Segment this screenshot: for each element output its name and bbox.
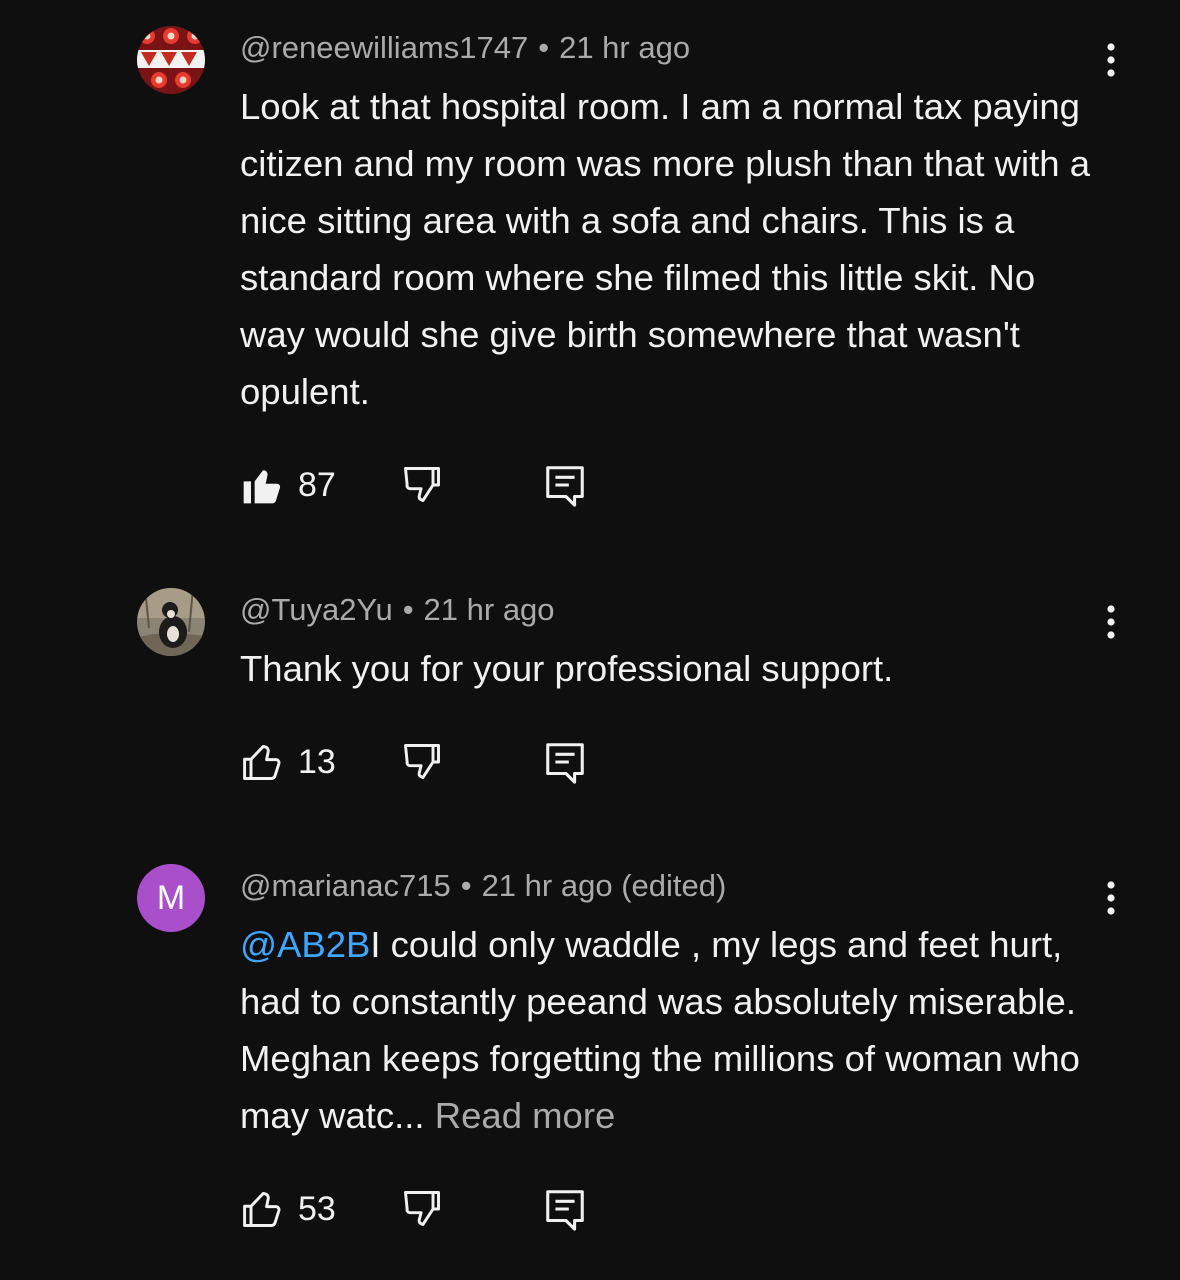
comment-meta: @reneewilliams1747 • 21 hr ago bbox=[240, 30, 690, 66]
comment-time: 21 hr ago bbox=[481, 868, 613, 903]
like-count: 53 bbox=[298, 1189, 336, 1228]
meta-separator: • bbox=[460, 868, 472, 903]
comment-more-button[interactable] bbox=[1094, 876, 1128, 920]
reply-icon bbox=[546, 1190, 584, 1231]
comment-text: @AB2BI could only waddle , my legs and f… bbox=[240, 916, 1100, 1144]
meta-separator: • bbox=[402, 592, 414, 627]
more-vertical-icon bbox=[1107, 43, 1115, 77]
mention-link[interactable]: @AB2B bbox=[240, 924, 370, 965]
comment-username[interactable]: @reneewilliams1747 bbox=[240, 30, 528, 65]
dog-photo-avatar-icon bbox=[137, 588, 205, 656]
more-vertical-icon bbox=[1107, 605, 1115, 639]
reply-button[interactable] bbox=[542, 1184, 588, 1234]
comment-text: Thank you for your professional support. bbox=[240, 648, 894, 689]
reply-button[interactable] bbox=[542, 737, 588, 787]
user-avatar[interactable] bbox=[137, 26, 205, 94]
patterned-avatar-icon bbox=[137, 26, 205, 94]
reply-icon bbox=[546, 466, 584, 507]
user-avatar[interactable]: M bbox=[137, 864, 205, 932]
thumbs-down-icon bbox=[404, 467, 440, 503]
thumbs-up-icon bbox=[243, 1191, 281, 1227]
user-avatar[interactable] bbox=[137, 588, 205, 656]
comment-more-button[interactable] bbox=[1094, 38, 1128, 82]
thumbs-up-filled-icon bbox=[243, 470, 281, 504]
comment-time: 21 hr ago bbox=[423, 592, 555, 627]
avatar-letter: M bbox=[156, 879, 186, 917]
thumbs-down-icon bbox=[404, 744, 440, 780]
comment-username[interactable]: @Tuya2Yu bbox=[240, 592, 393, 627]
dislike-button[interactable] bbox=[400, 737, 444, 787]
like-button[interactable]: 53 bbox=[240, 1184, 336, 1234]
comment-meta: @Tuya2Yu • 21 hr ago bbox=[240, 592, 555, 628]
edited-label: (edited) bbox=[621, 868, 727, 903]
comment-meta: @marianac715 • 21 hr ago (edited) bbox=[240, 868, 726, 904]
more-vertical-icon bbox=[1107, 881, 1115, 915]
comment-more-button[interactable] bbox=[1094, 600, 1128, 644]
like-button[interactable]: 87 bbox=[240, 460, 336, 510]
like-count: 87 bbox=[298, 465, 336, 504]
read-more-link[interactable]: Read more bbox=[435, 1095, 616, 1136]
dislike-button[interactable] bbox=[400, 460, 444, 510]
like-button[interactable]: 13 bbox=[240, 737, 336, 787]
comment-username[interactable]: @marianac715 bbox=[240, 868, 451, 903]
reply-button[interactable] bbox=[542, 460, 588, 510]
thumbs-up-icon bbox=[243, 744, 281, 780]
like-count: 13 bbox=[298, 742, 336, 781]
comment-text: Look at that hospital room. I am a norma… bbox=[240, 86, 1091, 412]
comment-time: 21 hr ago bbox=[559, 30, 691, 65]
thumbs-down-icon bbox=[404, 1191, 440, 1227]
reply-icon bbox=[546, 743, 584, 784]
meta-separator: • bbox=[538, 30, 550, 65]
dislike-button[interactable] bbox=[400, 1184, 444, 1234]
